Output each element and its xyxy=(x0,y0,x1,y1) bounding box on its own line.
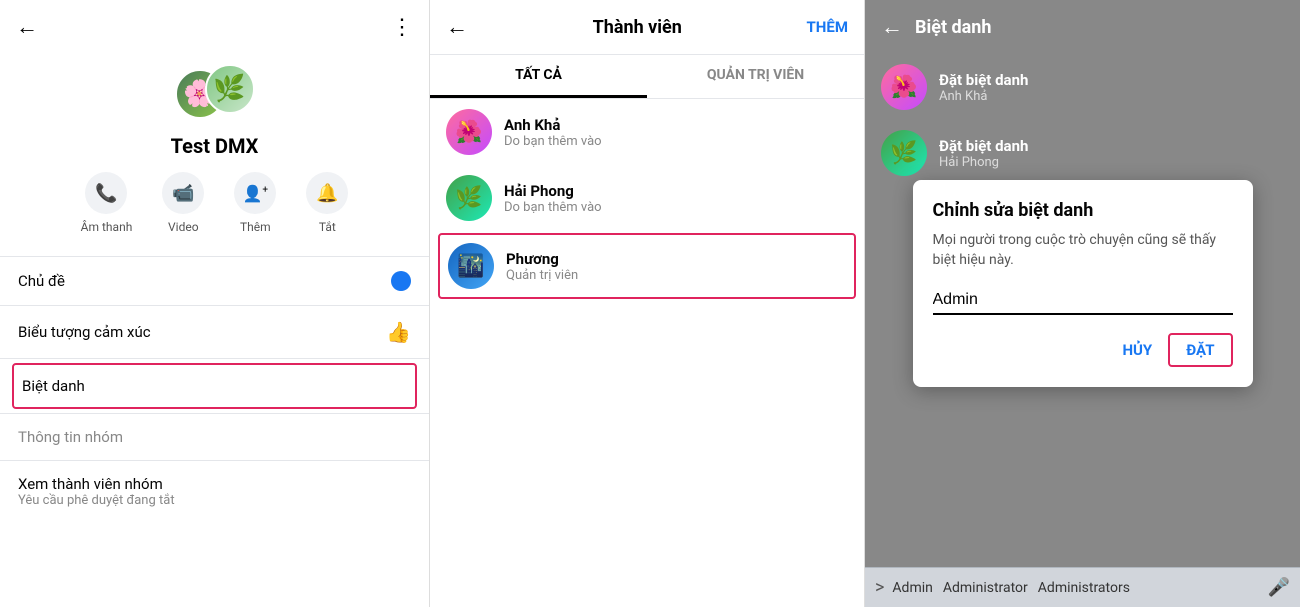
modal-description: Mọi người trong cuộc trò chuyện cũng sẽ … xyxy=(933,231,1233,270)
emoji-label: Biểu tượng cảm xúc xyxy=(18,323,151,341)
member-avatar-anh-kha: 🌺 xyxy=(446,109,492,155)
panel2-back-button[interactable]: ← xyxy=(446,14,468,40)
group-info-label: Thông tin nhóm xyxy=(18,428,123,446)
modal-title: Chỉnh sửa biệt danh xyxy=(933,200,1233,221)
keyboard-chevron[interactable]: > xyxy=(875,577,884,598)
member-info-hai-phong: Hải Phong Do bạn thêm vào xyxy=(504,182,848,215)
panel1-header: ← ⋮ xyxy=(0,0,429,54)
bell-icon: 🔔 xyxy=(306,172,348,214)
nickname-input[interactable] xyxy=(933,287,1233,315)
video-icon: 📹 xyxy=(162,172,204,214)
tab-all[interactable]: TẤT CẢ xyxy=(430,55,647,98)
panel-chat-info: ← ⋮ 🌸 🌿 Test DMX 📞 Âm thanh 📹 Video xyxy=(0,0,430,607)
panel2-title: Thành viên xyxy=(593,17,682,38)
action-video[interactable]: 📹 Video xyxy=(162,172,204,234)
panel-members: ← Thành viên THÊM TẤT CẢ QUẢN TRỊ VIÊN 🌺… xyxy=(430,0,865,607)
tab-admin[interactable]: QUẢN TRỊ VIÊN xyxy=(647,55,864,98)
keyboard-suggestions: Admin Administrator Administrators xyxy=(892,580,1259,596)
member-sub-phuong: Quản trị viên xyxy=(506,268,846,283)
kb-suggest-1[interactable]: Admin xyxy=(892,580,932,596)
panel-nickname: ← Biệt danh 🌺 Đặt biệt danh Anh Khả 🌿 xyxy=(865,0,1300,607)
modal-actions: HỦY ĐẶT xyxy=(933,333,1233,367)
group-name: Test DMX xyxy=(171,134,259,158)
back-button[interactable]: ← xyxy=(16,14,38,40)
them-button[interactable]: THÊM xyxy=(807,18,848,36)
member-item-anh-kha[interactable]: 🌺 Anh Khả Do bạn thêm vào xyxy=(430,99,864,165)
member-name-phuong: Phương xyxy=(506,250,846,268)
kb-suggest-2[interactable]: Administrator xyxy=(943,580,1028,596)
panel2-header: ← Thành viên THÊM xyxy=(430,0,864,55)
theme-label: Chủ đề xyxy=(18,272,65,290)
nickname-label: Biệt danh xyxy=(22,377,85,395)
avatar-color-hai-phong: 🌿 xyxy=(446,175,492,221)
avatar-color-anh-kha: 🌺 xyxy=(446,109,492,155)
avatar-right: 🌿 xyxy=(205,64,255,114)
menu-item-group-info[interactable]: Thông tin nhóm xyxy=(0,414,429,460)
members-label: Xem thành viên nhóm xyxy=(18,475,163,493)
modal-overlay: Chỉnh sửa biệt danh Mọi người trong cuộc… xyxy=(865,0,1300,567)
video-label: Video xyxy=(168,220,199,234)
member-avatar-phuong: 🌃 xyxy=(448,243,494,289)
audio-icon: 📞 xyxy=(85,172,127,214)
menu-list: Chủ đề Biểu tượng cảm xúc 👍 Biệt danh Th… xyxy=(0,257,429,607)
more-options-button[interactable]: ⋮ xyxy=(391,15,413,40)
member-name-hai-phong: Hải Phong xyxy=(504,182,848,200)
action-mute[interactable]: 🔔 Tắt xyxy=(306,172,348,234)
member-sub-hai-phong: Do bạn thêm vào xyxy=(504,200,848,215)
members-sub: Yêu cầu phê duyệt đang tắt xyxy=(18,493,175,508)
tab-bar: TẤT CẢ QUẢN TRỊ VIÊN xyxy=(430,55,864,99)
avatar-group: 🌸 🌿 xyxy=(175,64,255,124)
member-item-phuong[interactable]: 🌃 Phương Quản trị viên xyxy=(438,233,856,299)
member-info-anh-kha: Anh Khả Do bạn thêm vào xyxy=(504,116,848,149)
action-buttons: 📞 Âm thanh 📹 Video 👤+ Thêm 🔔 Tắt xyxy=(81,172,349,234)
modal-cancel-button[interactable]: HỦY xyxy=(1122,341,1152,359)
emoji-thumb-icon: 👍 xyxy=(386,320,411,344)
keyboard-mic-icon[interactable]: 🎤 xyxy=(1268,577,1290,598)
action-audio[interactable]: 📞 Âm thanh xyxy=(81,172,133,234)
menu-item-members[interactable]: Xem thành viên nhóm Yêu cầu phê duyệt đa… xyxy=(0,461,429,522)
keyboard-bar: > Admin Administrator Administrators 🎤 xyxy=(865,567,1300,607)
mute-label: Tắt xyxy=(319,220,336,234)
action-add[interactable]: 👤+ Thêm xyxy=(234,172,276,234)
add-label: Thêm xyxy=(240,220,271,234)
menu-item-nickname[interactable]: Biệt danh xyxy=(12,363,417,409)
divider3 xyxy=(0,358,429,359)
modal-set-button[interactable]: ĐẶT xyxy=(1168,333,1232,367)
theme-color-dot xyxy=(391,271,411,291)
add-person-icon: 👤+ xyxy=(234,172,276,214)
member-sub-anh-kha: Do bạn thêm vào xyxy=(504,134,848,149)
member-list: 🌺 Anh Khả Do bạn thêm vào 🌿 Hải Phong Do… xyxy=(430,99,864,607)
audio-label: Âm thanh xyxy=(81,220,133,234)
menu-item-emoji[interactable]: Biểu tượng cảm xúc 👍 xyxy=(0,306,429,358)
edit-nickname-dialog: Chỉnh sửa biệt danh Mọi người trong cuộc… xyxy=(913,180,1253,386)
profile-section: 🌸 🌿 Test DMX 📞 Âm thanh 📹 Video 👤+ Thêm xyxy=(0,54,429,256)
member-name-anh-kha: Anh Khả xyxy=(504,116,848,134)
member-avatar-hai-phong: 🌿 xyxy=(446,175,492,221)
kb-suggest-3[interactable]: Administrators xyxy=(1038,580,1130,596)
member-item-hai-phong[interactable]: 🌿 Hải Phong Do bạn thêm vào xyxy=(430,165,864,231)
avatar-color-phuong: 🌃 xyxy=(448,243,494,289)
member-info-phuong: Phương Quản trị viên xyxy=(506,250,846,283)
menu-item-theme[interactable]: Chủ đề xyxy=(0,257,429,305)
